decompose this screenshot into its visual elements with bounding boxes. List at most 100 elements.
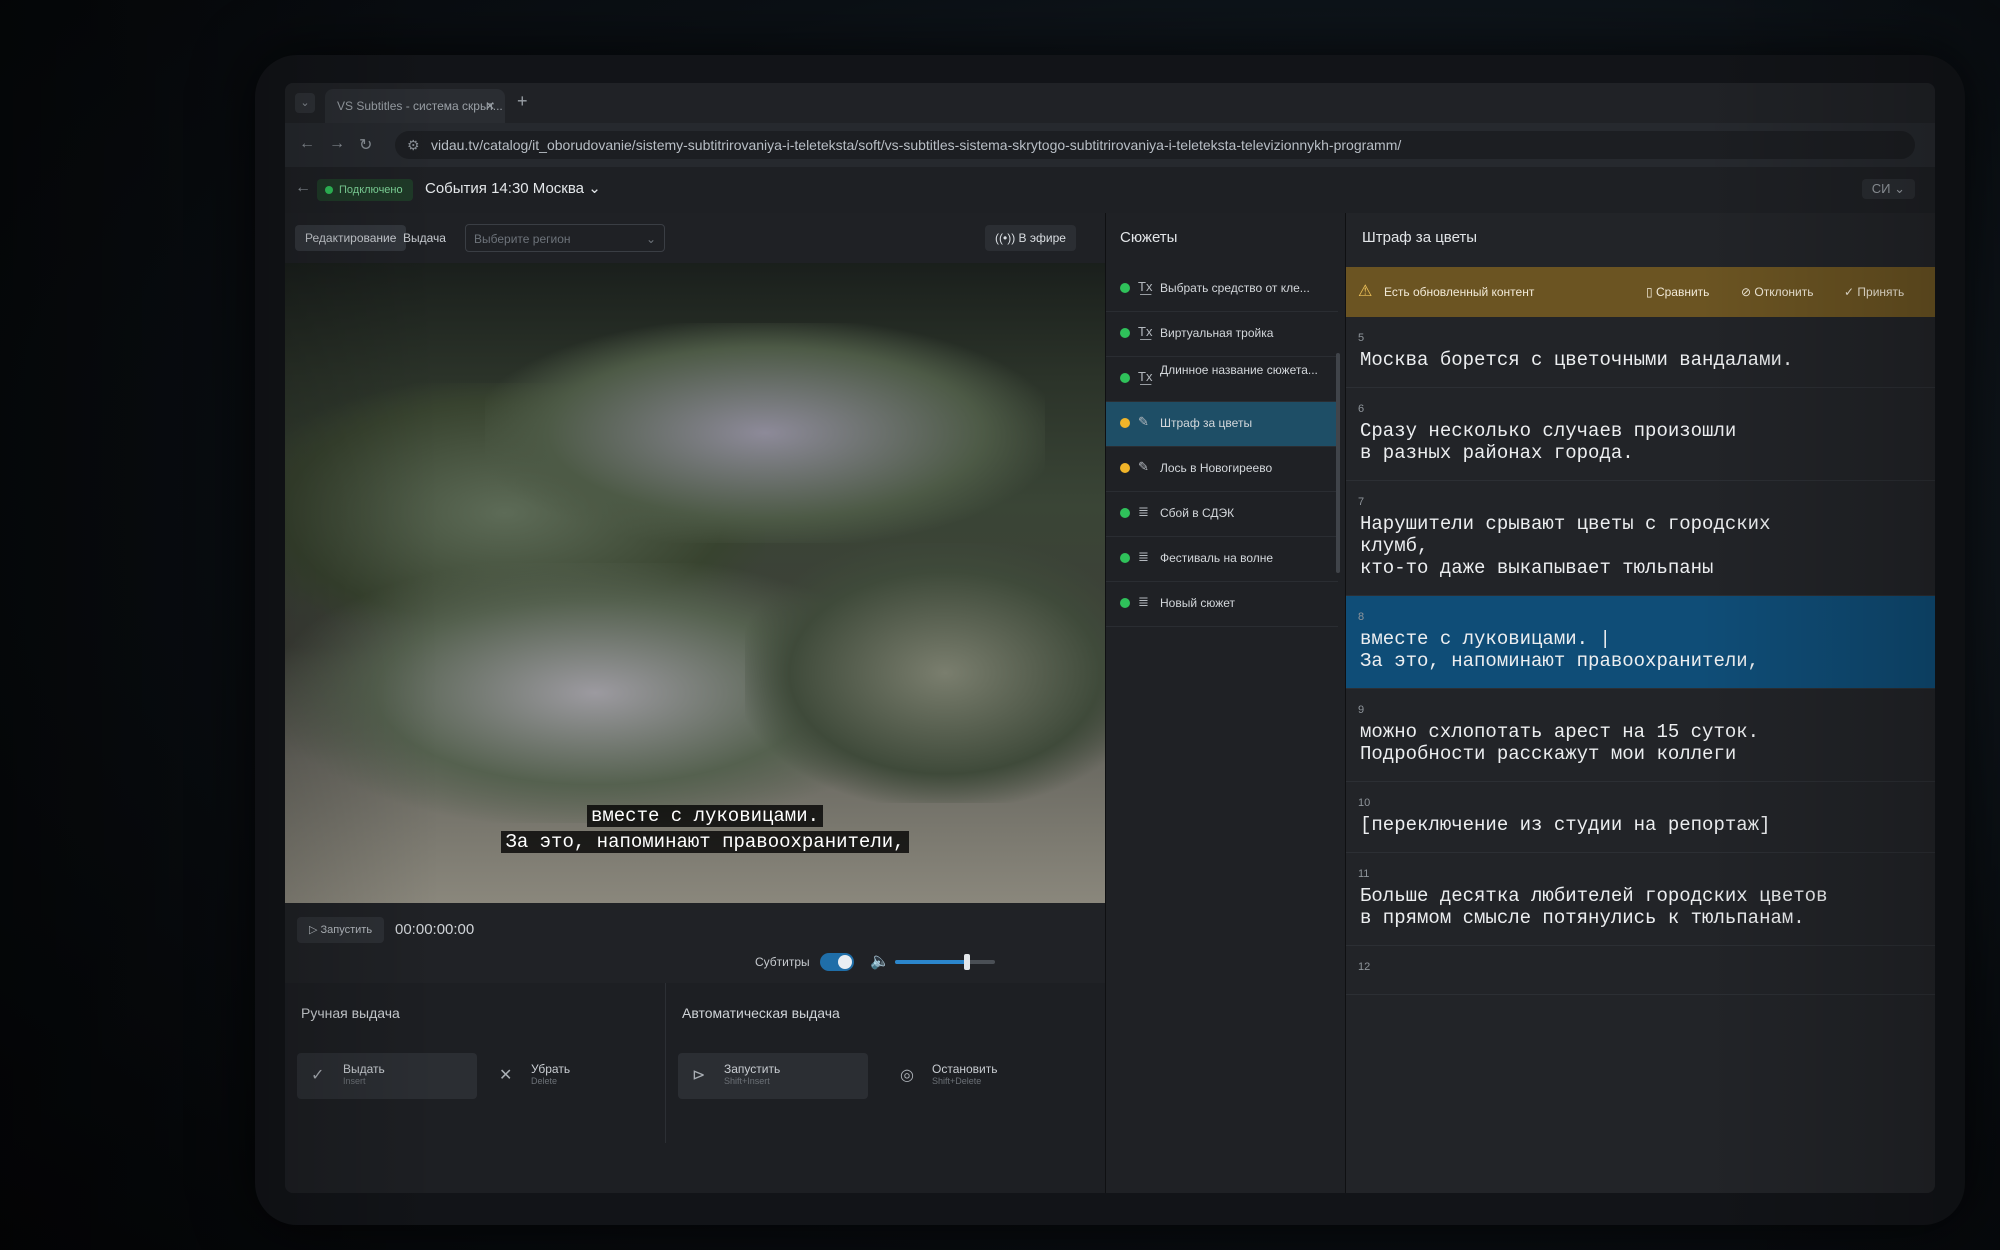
- forward-icon[interactable]: →: [329, 135, 345, 153]
- cue-number: 10: [1358, 797, 1371, 809]
- video-preview[interactable]: вместе с луковицами. За это, напоминают …: [285, 263, 1105, 903]
- user-menu[interactable]: СИ ⌄: [1861, 179, 1915, 199]
- story-item[interactable]: ≣ Сбой в СДЭК: [1106, 492, 1338, 537]
- play-icon: ▷: [309, 924, 321, 936]
- remove-hint: Delete: [531, 1076, 558, 1086]
- cue-text[interactable]: Сразу несколько случаев произошли в разн…: [1360, 420, 1920, 464]
- update-banner: ⚠ Есть обновленный контент ▯ Сравнить ⊘ …: [1346, 267, 1935, 317]
- subtitle-cue[interactable]: 10 [переключение из студии на репортаж]: [1346, 782, 1935, 853]
- cue-number: 6: [1358, 403, 1365, 415]
- event-selector[interactable]: События 14:30 Москва ⌄: [425, 179, 601, 197]
- story-item[interactable]: ✎ Лось в Новогиреево: [1106, 447, 1338, 492]
- volume-handle[interactable]: [964, 954, 970, 970]
- status-dot-icon: [1120, 598, 1130, 608]
- app-back-icon[interactable]: ←: [295, 179, 311, 197]
- edit-list-icon: ✎: [1138, 414, 1149, 429]
- subtitle-cue[interactable]: 8 вместе с луковицами. | За это, напомина…: [1346, 596, 1935, 689]
- compare-button[interactable]: ▯ Сравнить: [1646, 285, 1709, 299]
- cue-text[interactable]: Больше десятка любителей городских цвето…: [1360, 885, 1920, 929]
- site-info-icon[interactable]: ⚙: [407, 131, 420, 159]
- tab-search-icon[interactable]: ⌄: [295, 93, 315, 113]
- remove-button[interactable]: ✕ Убрать Delete: [485, 1053, 655, 1099]
- story-item[interactable]: ✎ Штраф за цветы: [1106, 402, 1338, 447]
- region-select[interactable]: Выберите регион ⌄: [465, 224, 665, 252]
- play-button[interactable]: ▷ Запустить: [297, 917, 385, 943]
- auto-start-label: Запустить: [724, 1062, 781, 1076]
- screen: ⌄ VS Subtitles - система скрыт... ✕ + ← …: [285, 83, 1935, 1193]
- manual-output-title: Ручная выдача: [301, 1005, 400, 1021]
- volume-icon[interactable]: 🔈: [870, 951, 890, 971]
- cue-text[interactable]: Нарушители срывают цветы с городских клу…: [1360, 513, 1920, 579]
- cue-text[interactable]: вместе с луковицами. | За это, напоминаю…: [1360, 628, 1920, 672]
- browser-tab[interactable]: VS Subtitles - система скрыт... ✕: [325, 89, 505, 123]
- story-item[interactable]: T͟x Виртуальная тройка: [1106, 312, 1338, 357]
- auto-start-hint: Shift+Insert: [724, 1076, 770, 1086]
- subtitle-cue[interactable]: 12: [1346, 946, 1935, 995]
- volume-fill: [895, 960, 967, 964]
- auto-start-button[interactable]: ⊳ Запустить Shift+Insert: [678, 1053, 868, 1099]
- accept-button[interactable]: ✓ Принять: [1844, 285, 1904, 299]
- update-message: Есть обновленный контент: [1384, 285, 1535, 299]
- accept-label: Принять: [1857, 285, 1905, 299]
- tab-editing[interactable]: Редактирование: [295, 225, 407, 251]
- subtitles-toggle-label: Субтитры: [755, 955, 810, 969]
- story-item[interactable]: T͟x Выбрать средство от кле...: [1106, 267, 1338, 312]
- story-item-label: Фестиваль на волне: [1160, 551, 1274, 565]
- auto-stop-button[interactable]: ◎ Остановить Shift+Delete: [886, 1053, 1086, 1099]
- reject-button[interactable]: ⊘ Отклонить: [1741, 285, 1814, 299]
- reload-icon[interactable]: ↻: [359, 135, 372, 155]
- stories-scrollbar[interactable]: [1336, 353, 1340, 573]
- video-subtitle: вместе с луковицами. За это, напоминают …: [445, 803, 965, 855]
- subtitle-cue[interactable]: 7 Нарушители срывают цветы с городских кл…: [1346, 481, 1935, 596]
- subtitle-line-1: вместе с луковицами.: [586, 805, 824, 827]
- user-initials: СИ: [1871, 181, 1891, 196]
- playback-controls: ▷ Запустить 00:00:00:00 Субтитры 🔈: [285, 903, 1105, 983]
- list-icon: ≣: [1138, 594, 1149, 609]
- stories-list: T͟x Выбрать средство от кле... T͟x Виртуаль…: [1106, 267, 1338, 627]
- story-title: Штраф за цветы: [1362, 229, 1478, 246]
- subtitles-toggle[interactable]: [820, 953, 854, 971]
- story-item[interactable]: T͟x Длинное название сюжета...: [1106, 357, 1338, 402]
- issue-button[interactable]: ✓ Выдать Insert: [297, 1053, 477, 1099]
- story-item[interactable]: ≣ Фестиваль на волне: [1106, 537, 1338, 582]
- status-dot-icon: [1120, 463, 1130, 473]
- story-item[interactable]: ≣ Новый сюжет: [1106, 582, 1338, 627]
- status-dot-icon: [1120, 283, 1130, 293]
- stop-circle-icon: ◎: [900, 1067, 914, 1084]
- close-tab-icon[interactable]: ✕: [485, 89, 495, 123]
- browser-tabbar: ⌄ VS Subtitles - система скрыт... ✕ +: [285, 83, 1935, 124]
- status-dot-icon: [1120, 373, 1130, 383]
- address-bar[interactable]: ⚙ vidau.tv/catalog/it_oborudovanie/siste…: [395, 131, 1915, 159]
- new-tab-icon[interactable]: +: [517, 91, 528, 112]
- tab-output[interactable]: Выдача: [393, 225, 456, 251]
- back-icon[interactable]: ←: [299, 135, 315, 153]
- subtitle-cue[interactable]: 9 можно схлопотать арест на 15 суток. Под…: [1346, 689, 1935, 782]
- compare-label: Сравнить: [1655, 285, 1710, 299]
- cue-text[interactable]: можно схлопотать арест на 15 суток. Подр…: [1360, 721, 1920, 765]
- subtitle-cue[interactable]: 6 Сразу несколько случаев произошли в раз…: [1346, 388, 1935, 481]
- edit-list-icon: ✎: [1138, 459, 1149, 474]
- volume-slider[interactable]: [895, 954, 995, 970]
- cue-text[interactable]: Москва борется с цветочными вандалами.: [1360, 349, 1920, 371]
- document-icon: ▯: [1646, 285, 1656, 299]
- cue-text[interactable]: [переключение из студии на репортаж]: [1360, 814, 1920, 836]
- on-air-button[interactable]: ((•)) В эфире: [985, 225, 1076, 251]
- subtitle-cue[interactable]: 11 Больше десятка любителей городских цве…: [1346, 853, 1935, 946]
- url-text: vidau.tv/catalog/it_oborudovanie/sistemy…: [431, 137, 1402, 153]
- on-air-label: В эфире: [1018, 231, 1066, 245]
- issue-hint: Insert: [343, 1076, 366, 1086]
- story-item-label: Лось в Новогиреево: [1160, 461, 1273, 475]
- cue-number: 9: [1358, 704, 1365, 716]
- story-item-label: Штраф за цветы: [1160, 416, 1253, 430]
- laptop-bezel: ⌄ VS Subtitles - система скрыт... ✕ + ← …: [255, 55, 1965, 1225]
- browser-toolbar: ← → ↻ ⚙ vidau.tv/catalog/it_oborudovanie…: [285, 123, 1935, 168]
- close-icon: ✕: [499, 1067, 513, 1084]
- story-item-label: Выбрать средство от кле...: [1160, 281, 1310, 295]
- chevron-down-icon: ⌄: [588, 180, 601, 197]
- tx-icon: T͟x: [1138, 369, 1153, 384]
- story-item-label: Сбой в СДЭК: [1160, 506, 1235, 520]
- status-dot-icon: [1120, 553, 1130, 563]
- story-item-label: Виртуальная тройка: [1160, 326, 1274, 340]
- subtitle-cue[interactable]: 5 Москва борется с цветочными вандалами.: [1346, 317, 1935, 388]
- event-title: События 14:30 Москва: [425, 180, 585, 197]
